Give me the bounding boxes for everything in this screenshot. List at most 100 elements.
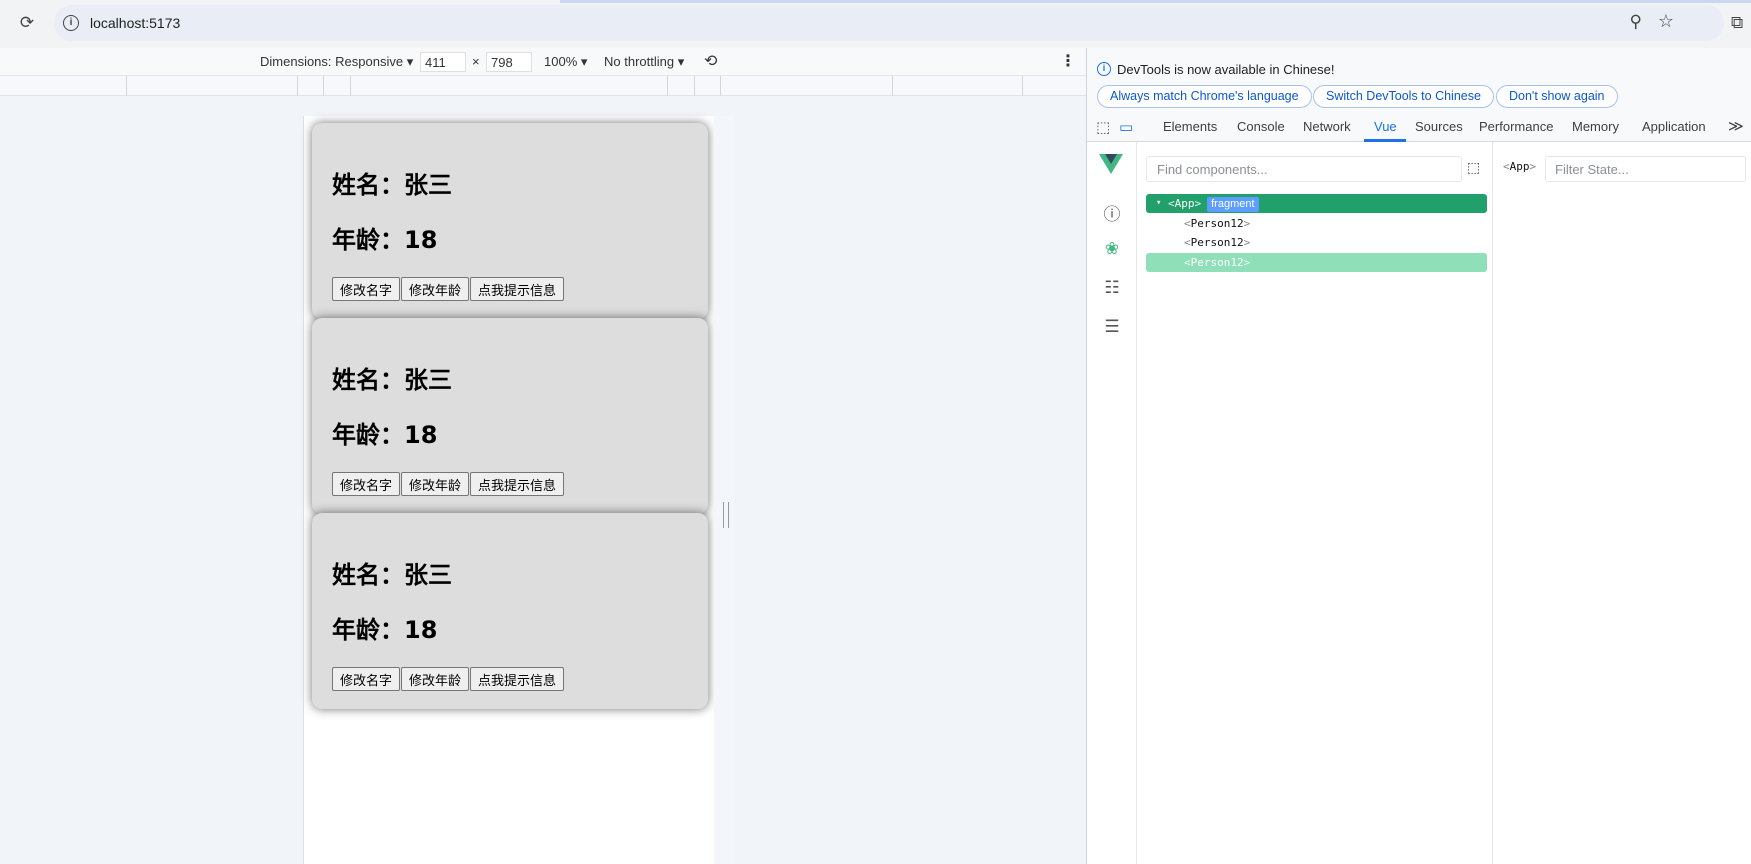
ruler-tick: [694, 76, 695, 96]
ruler-tick: [667, 76, 668, 96]
tab-sources[interactable]: Sources: [1415, 119, 1463, 134]
find-components-input[interactable]: Find components...: [1146, 156, 1462, 182]
change-name-button[interactable]: 修改名字: [332, 277, 401, 301]
node-label: Person12: [1190, 217, 1244, 230]
extensions-icon[interactable]: ⧉: [1731, 13, 1743, 33]
timeline-icon[interactable]: ☰: [1102, 317, 1122, 337]
change-age-button[interactable]: 修改年龄: [401, 667, 470, 691]
bookmark-star-icon[interactable]: ☆: [1658, 11, 1674, 32]
person-card: 姓名：张三 年龄：18 修改名字 修改年龄 点我提示信息: [312, 123, 708, 319]
banner-message: DevTools is now available in Chinese!: [1117, 62, 1335, 77]
viewport-resize-handle[interactable]: [723, 502, 729, 528]
ruler-tick: [126, 76, 127, 96]
device-toolbar: Dimensions: Responsive ▾ 411 × 798 100% …: [0, 48, 1086, 76]
dont-show-again-button[interactable]: Don't show again: [1496, 85, 1618, 108]
button-group: 修改名字 修改年龄 点我提示信息: [332, 472, 565, 496]
devtools-tabbar: ⬚ ▭ Elements Console Network Vue Sources…: [1087, 112, 1751, 142]
reload-icon[interactable]: ⟳: [16, 12, 38, 34]
width-input[interactable]: 411: [420, 52, 466, 72]
bracket: <: [1168, 197, 1175, 210]
zoom-label: 100%: [544, 54, 578, 69]
more-options-icon[interactable]: ⋮: [1060, 51, 1076, 71]
tree-node-person[interactable]: <Person12>: [1146, 253, 1487, 272]
zoom-icon[interactable]: ⚲: [1630, 12, 1642, 32]
caret-down-icon[interactable]: ▾: [1156, 194, 1161, 213]
tree-node-person[interactable]: <Person12>: [1146, 214, 1487, 233]
bracket: <: [1184, 217, 1191, 230]
language-banner: i DevTools is now available in Chinese! …: [1087, 48, 1751, 112]
person-name: 姓名：张三: [332, 366, 452, 394]
tree-node-person[interactable]: <Person12>: [1146, 233, 1487, 252]
state-inspector-panel: <App> Filter State...: [1493, 142, 1751, 864]
person-card: 姓名：张三 年龄：18 修改名字 修改年龄 点我提示信息: [312, 513, 708, 709]
switch-language-button[interactable]: Switch DevTools to Chinese: [1313, 85, 1494, 108]
select-component-icon[interactable]: ⬚: [1467, 159, 1480, 176]
emulated-viewport-area: 姓名：张三 年龄：18 修改名字 修改年龄 点我提示信息 姓名：张三 年龄：18…: [0, 96, 1086, 864]
tab-performance[interactable]: Performance: [1479, 119, 1553, 134]
ruler-tick: [297, 76, 298, 96]
person-name: 姓名：张三: [332, 561, 452, 589]
tab-elements[interactable]: Elements: [1163, 119, 1217, 134]
bracket: >: [1194, 197, 1202, 210]
rotate-icon[interactable]: ⟲: [704, 51, 717, 71]
show-info-button[interactable]: 点我提示信息: [470, 277, 565, 301]
person-card: 姓名：张三 年龄：18 修改名字 修改年龄 点我提示信息: [312, 318, 708, 514]
node-label: Person12: [1190, 256, 1244, 269]
show-info-button[interactable]: 点我提示信息: [470, 667, 565, 691]
info-circle-icon[interactable]: ⓘ: [1102, 200, 1122, 225]
more-tabs-icon[interactable]: ≫: [1728, 117, 1744, 135]
ruler-tick: [1022, 76, 1023, 96]
selected-component-label: App: [1509, 160, 1530, 173]
bracket: >: [1243, 217, 1251, 230]
button-group: 修改名字 修改年龄 点我提示信息: [332, 667, 565, 691]
height-input[interactable]: 798: [486, 52, 532, 72]
bracket: <: [1184, 256, 1191, 269]
tab-application[interactable]: Application: [1642, 119, 1706, 134]
dimensions-dropdown[interactable]: Dimensions: Responsive ▾: [260, 54, 413, 70]
device-toggle-icon[interactable]: ▭: [1119, 118, 1133, 136]
change-age-button[interactable]: 修改年龄: [401, 472, 470, 496]
tab-console[interactable]: Console: [1237, 119, 1285, 134]
bracket: <: [1503, 160, 1510, 173]
tab-vue[interactable]: Vue: [1374, 119, 1397, 134]
node-label: App: [1174, 197, 1195, 210]
url-text[interactable]: localhost:5173: [90, 15, 180, 31]
tree-node-app[interactable]: ▾ <App> fragment: [1146, 194, 1487, 213]
device-viewport: 姓名：张三 年龄：18 修改名字 修改年龄 点我提示信息 姓名：张三 年龄：18…: [303, 116, 714, 864]
match-language-button[interactable]: Always match Chrome's language: [1097, 85, 1312, 108]
change-name-button[interactable]: 修改名字: [332, 667, 401, 691]
tab-network[interactable]: Network: [1303, 119, 1351, 134]
info-icon: i: [1097, 62, 1111, 76]
filter-state-input[interactable]: Filter State...: [1545, 156, 1746, 182]
zoom-dropdown[interactable]: 100% ▾: [544, 54, 587, 70]
change-age-button[interactable]: 修改年龄: [401, 277, 470, 301]
bracket: >: [1243, 256, 1251, 269]
ruler-tick: [892, 76, 893, 96]
components-icon[interactable]: ❀: [1102, 239, 1122, 259]
throttling-label: No throttling: [604, 54, 675, 69]
site-info-icon[interactable]: i: [63, 15, 79, 31]
tab-memory[interactable]: Memory: [1572, 119, 1619, 134]
show-info-button[interactable]: 点我提示信息: [470, 472, 565, 496]
ruler-tick: [350, 76, 351, 96]
fragment-badge: fragment: [1207, 197, 1259, 212]
inspect-element-icon[interactable]: ⬚: [1096, 118, 1110, 136]
viewport-gutter: [714, 116, 734, 864]
person-name: 姓名：张三: [332, 171, 452, 199]
bracket: >: [1243, 236, 1251, 249]
component-tree-icon[interactable]: ☷: [1102, 278, 1122, 298]
tab-strip-accent: [560, 0, 1751, 3]
person-age: 年龄：18: [332, 421, 438, 449]
dimensions-label: Dimensions: Responsive: [260, 54, 404, 69]
throttling-dropdown[interactable]: No throttling ▾: [604, 54, 684, 70]
change-name-button[interactable]: 修改名字: [332, 472, 401, 496]
selected-component-title: <App>: [1503, 160, 1536, 173]
ruler-tick: [720, 76, 721, 96]
address-bar[interactable]: i localhost:5173 ⚲ ☆: [54, 5, 1724, 41]
person-age: 年龄：18: [332, 616, 438, 644]
vue-logo-inner: [1105, 154, 1117, 164]
vue-sidebar: ⓘ ❀ ☷ ☰: [1087, 142, 1137, 864]
devtools-panel: i DevTools is now available in Chinese! …: [1086, 48, 1751, 864]
person-age: 年龄：18: [332, 226, 438, 254]
button-group: 修改名字 修改年龄 点我提示信息: [332, 277, 565, 301]
